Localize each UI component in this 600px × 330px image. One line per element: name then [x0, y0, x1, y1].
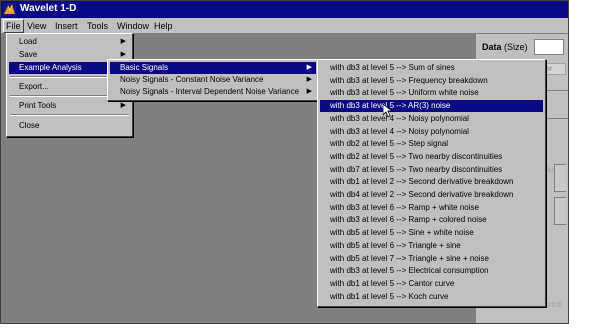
menu-item-basic-signals[interactable]: Basic Signals ▶ [110, 62, 316, 74]
signal-example-item[interactable]: with db3 at level 6 --> Ramp + colored n… [320, 214, 543, 226]
option-frame [554, 197, 566, 225]
signal-example-label: with db3 at level 6 --> Ramp + colored n… [330, 215, 487, 225]
signal-example-item[interactable]: with db2 at level 5 --> Step signal [320, 138, 543, 150]
signal-example-label: with db5 at level 5 --> Sine + white noi… [330, 228, 474, 238]
example-analysis-menu: Basic Signals ▶ Noisy Signals - Constant … [107, 59, 319, 101]
menu-item-load[interactable]: Load ▶ [9, 36, 130, 48]
signal-example-item[interactable]: with db3 at level 6 --> Ramp + white noi… [320, 202, 543, 214]
signal-example-label: with db4 at level 2 --> Second derivativ… [330, 190, 514, 199]
data-label: Data (Size) [482, 42, 528, 52]
submenu-arrow-icon: ▶ [306, 64, 312, 71]
data-size-box [534, 39, 564, 55]
title-bar: Wavelet 1-D [1, 1, 568, 18]
menu-item-label: Print Tools [19, 101, 57, 110]
mouse-pointer-icon [383, 104, 393, 118]
menu-item-noisy-constant[interactable]: Noisy Signals - Constant Noise Variance ▶ [110, 74, 316, 86]
signal-example-label: with db3 at level 5 --> Sum of sines [330, 63, 455, 72]
menu-help[interactable]: Help [151, 19, 176, 33]
signal-example-label: with db3 at level 5 --> Uniform white no… [330, 88, 479, 98]
matlab-logo-icon [3, 3, 16, 16]
submenu-arrow-icon: ▶ [120, 38, 126, 45]
menu-file-label: File [6, 21, 21, 31]
menu-item-print-tools[interactable]: Print Tools ▶ [9, 100, 130, 112]
signal-example-item[interactable]: with db5 at level 6 --> Triangle + sine [320, 240, 543, 252]
submenu-arrow-icon: ▶ [306, 76, 312, 83]
menu-item-label: Close [19, 121, 40, 130]
signal-example-item[interactable]: with db1 at level 5 --> Koch curve [320, 291, 543, 303]
signal-example-item[interactable]: with db1 at level 5 --> Cantor curve [320, 278, 543, 290]
signal-example-label: with db5 at level 6 --> Triangle + sine [330, 240, 461, 250]
menu-tools-label: Tools [87, 21, 109, 31]
menu-help-label: Help [154, 21, 173, 31]
menu-item-label: Save [19, 50, 38, 59]
signal-example-label: with db2 at level 5 --> Step signal [330, 139, 449, 149]
menu-bar: File View Insert Tools Window Help [1, 18, 568, 34]
signal-example-item[interactable]: with db3 at level 5 --> AR(3) noise [320, 100, 543, 113]
signal-example-item[interactable]: with db3 at level 4 --> Noisy polynomial [320, 126, 543, 138]
data-label-text: Data [482, 42, 502, 52]
signal-example-item[interactable]: with db3 at level 5 --> Electrical consu… [320, 265, 543, 277]
signal-example-item[interactable]: with db2 at level 5 --> Two nearby disco… [320, 151, 543, 163]
signal-example-label: with db3 at level 4 --> Noisy polynomial [330, 113, 469, 123]
menu-item-close[interactable]: Close [9, 120, 130, 132]
signal-example-label: with db1 at level 5 --> Koch curve [330, 291, 449, 301]
menu-item-label: Noisy Signals - Interval Dependent Noise… [120, 87, 300, 96]
signal-example-item[interactable]: with db1 at level 2 --> Second derivativ… [320, 176, 543, 188]
signal-example-label: with db2 at level 5 --> Two nearby disco… [330, 151, 503, 161]
wavelet-window: Wavelet 1-D File View Insert Tools Windo… [0, 0, 569, 324]
signal-example-label: with db1 at level 2 --> Second derivativ… [330, 177, 514, 187]
signal-example-label: with db3 at level 6 --> Ramp + white noi… [330, 202, 479, 212]
menu-item-label: Load [19, 37, 37, 46]
menu-window-label: Window [117, 21, 150, 31]
menu-item-label: Export... [19, 82, 49, 91]
menu-separator [10, 114, 129, 116]
signal-example-item[interactable]: with db3 at level 5 --> Frequency breakd… [320, 75, 543, 87]
signal-example-item[interactable]: with db7 at level 5 --> Two nearby disco… [320, 164, 543, 176]
menu-tools[interactable]: Tools [84, 19, 111, 33]
signal-example-label: with db3 at level 5 --> Electrical consu… [330, 266, 489, 276]
basic-signals-menu: with db3 at level 5 --> Sum of sines with… [317, 59, 546, 307]
menu-file[interactable]: File [3, 19, 24, 33]
signal-example-item[interactable]: with db3 at level 5 --> Sum of sines [320, 62, 543, 74]
signal-example-item[interactable]: with db3 at level 5 --> Uniform white no… [320, 87, 543, 99]
signal-example-label: with db3 at level 4 --> Noisy polynomial [330, 126, 469, 136]
option-frame [554, 164, 566, 192]
signal-example-item[interactable]: with db5 at level 5 --> Sine + white noi… [320, 227, 543, 239]
signal-example-item[interactable]: with db5 at level 7 --> Triangle + sine … [320, 253, 543, 265]
signal-example-item[interactable]: with db4 at level 2 --> Second derivativ… [320, 189, 543, 201]
menu-insert[interactable]: Insert [52, 19, 81, 33]
window-title: Wavelet 1-D [20, 3, 77, 14]
size-label-text: (Size) [504, 42, 528, 52]
signal-example-label: with db5 at level 7 --> Triangle + sine … [330, 253, 489, 263]
menu-item-noisy-interval[interactable]: Noisy Signals - Interval Dependent Noise… [110, 86, 316, 98]
menu-item-label: Example Analysis [19, 63, 82, 72]
signal-example-label: with db3 at level 5 --> Frequency breakd… [330, 75, 488, 85]
menu-item-label: Basic Signals [120, 63, 169, 72]
menu-view-label: View [27, 21, 47, 31]
menu-window[interactable]: Window [114, 19, 152, 33]
menu-view[interactable]: View [24, 19, 49, 33]
menu-item-label: Noisy Signals - Constant Noise Variance [120, 75, 264, 84]
menu-insert-label: Insert [55, 21, 78, 31]
signal-example-label: with db7 at level 5 --> Two nearby disco… [330, 164, 503, 174]
signal-example-label: with db1 at level 5 --> Cantor curve [330, 278, 455, 288]
submenu-arrow-icon: ▶ [120, 102, 126, 109]
signal-example-item[interactable]: with db3 at level 4 --> Noisy polynomial [320, 113, 543, 125]
submenu-arrow-icon: ▶ [306, 88, 312, 95]
